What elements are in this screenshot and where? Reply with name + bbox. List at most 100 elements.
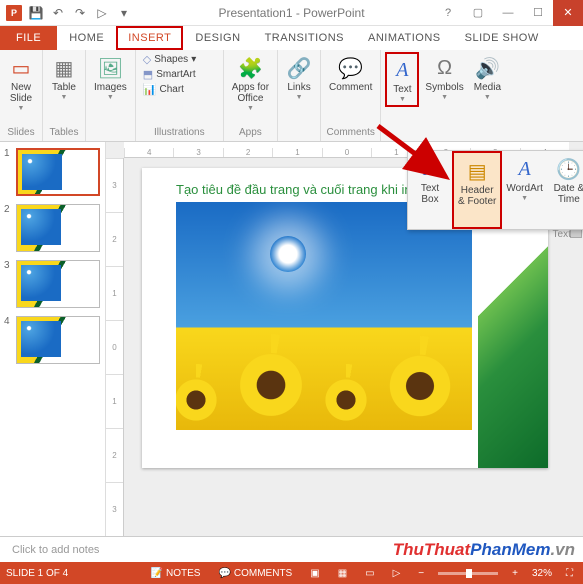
group-text: A Text ▼ Ω Symbols ▼ 🔊 Media ▼ (381, 50, 509, 141)
thumbnail-1[interactable]: 1 (4, 148, 101, 196)
view-normal-icon[interactable]: ▣ (306, 568, 323, 579)
media-icon: 🔊 (475, 54, 500, 82)
header-footer-icon: ▤ (468, 157, 487, 185)
comments-toggle[interactable]: 💬 COMMENTS (214, 568, 296, 579)
symbols-label: Symbols (425, 82, 463, 93)
chevron-down-icon: ▼ (399, 96, 406, 103)
status-bar: SLIDE 1 OF 4 📝 NOTES 💬 COMMENTS ▣ ▦ ▭ ▷ … (0, 562, 583, 584)
wordart-button[interactable]: A WordArt ▼ (502, 151, 547, 229)
group-label: Tables (47, 127, 81, 141)
comment-icon: 💬 (338, 54, 363, 82)
undo-icon[interactable]: ↶ (48, 3, 68, 23)
tab-slideshow[interactable]: SLIDE SHOW (453, 26, 551, 50)
media-label: Media (474, 82, 501, 93)
group-label: Apps (228, 127, 273, 141)
group-apps: 🧩 Apps for Office ▼ Apps (224, 50, 278, 141)
symbols-button[interactable]: Ω Symbols ▼ (421, 52, 467, 103)
view-slideshow-icon[interactable]: ▷ (389, 568, 405, 579)
tab-animations[interactable]: ANIMATIONS (356, 26, 453, 50)
tab-transitions[interactable]: TRANSITIONS (253, 26, 356, 50)
chevron-down-icon: ▼ (296, 94, 303, 101)
slide-image-sunflowers[interactable] (176, 202, 472, 430)
view-sorter-icon[interactable]: ▦ (334, 568, 351, 579)
textbox-icon: A (424, 155, 436, 183)
chevron-down-icon: ▼ (521, 195, 528, 202)
chart-button[interactable]: 📊Chart (140, 82, 199, 97)
tab-design[interactable]: DESIGN (183, 26, 252, 50)
chevron-down-icon: ▼ (61, 94, 68, 101)
apps-icon: 🧩 (238, 54, 263, 82)
text-gallery-popout: A Text Box ▤ Header & Footer A WordArt ▼… (407, 150, 583, 230)
watermark: ThuThuatPhanMem.vn (393, 540, 575, 560)
thumbnail-2[interactable]: 2 (4, 204, 101, 252)
tab-home[interactable]: HOME (57, 26, 116, 50)
images-button[interactable]: 🖼 Images ▼ (90, 52, 131, 103)
close-icon[interactable]: ✕ (553, 0, 583, 26)
smartart-icon: ⬒ (143, 68, 153, 81)
group-label: Text (553, 229, 571, 243)
thumbnail-4[interactable]: 4 (4, 316, 101, 364)
chevron-down-icon: ▼ (107, 94, 114, 101)
minimize-icon[interactable]: — (493, 0, 523, 26)
notes-pane[interactable]: Click to add notes ThuThuatPhanMem.vn (0, 536, 583, 562)
zoom-slider[interactable] (438, 572, 498, 575)
maximize-icon[interactable]: ☐ (523, 0, 553, 26)
comment-button[interactable]: 💬 Comment (325, 52, 376, 95)
table-button[interactable]: ▦ Table ▼ (47, 52, 81, 103)
chevron-down-icon: ▼ (484, 94, 491, 101)
textbox-button[interactable]: A Text Box (408, 151, 452, 229)
text-label: Text (393, 84, 411, 95)
group-label: Slides (4, 127, 38, 141)
ribbon: ▭ New Slide ▼ Slides ▦ Table ▼ Tables 🖼 … (0, 50, 583, 142)
apps-button[interactable]: 🧩 Apps for Office ▼ (228, 52, 273, 114)
thumb-number: 1 (4, 148, 12, 196)
start-slideshow-icon[interactable]: ▷ (92, 3, 112, 23)
window-controls: ? ▢ — ☐ ✕ (433, 0, 583, 26)
notes-toggle[interactable]: 📝 NOTES (147, 568, 205, 579)
group-label: Comments (325, 127, 376, 141)
quick-access-toolbar: P 💾 ↶ ↷ ▷ ▾ (0, 3, 138, 23)
group-label (282, 127, 316, 141)
view-reading-icon[interactable]: ▭ (361, 568, 378, 579)
thumb-number: 2 (4, 204, 12, 252)
tab-file[interactable]: FILE (0, 26, 57, 50)
group-images: 🖼 Images ▼ (86, 50, 136, 141)
fit-to-window-icon[interactable]: ⛶ (562, 568, 577, 579)
shapes-label: Shapes (154, 54, 188, 65)
header-footer-label: Header & Footer (458, 185, 496, 207)
datetime-button[interactable]: 🕒 Date & Time (547, 151, 583, 229)
chevron-down-icon: ▼ (441, 94, 448, 101)
table-icon: ▦ (55, 54, 74, 82)
thumb-preview (16, 260, 100, 308)
slide-title[interactable]: Tạo tiêu đề đầu trang và cuối trang khi … (176, 182, 412, 197)
tab-insert[interactable]: INSERT (116, 26, 183, 50)
shapes-button[interactable]: ◇Shapes ▾ (140, 52, 199, 67)
media-button[interactable]: 🔊 Media ▼ (470, 52, 505, 103)
text-button[interactable]: A Text ▼ (385, 52, 419, 107)
thumbnail-3[interactable]: 3 (4, 260, 101, 308)
notes-placeholder: Click to add notes (12, 544, 99, 556)
save-icon[interactable]: 💾 (26, 3, 46, 23)
chevron-down-icon: ▼ (247, 105, 254, 112)
group-label (90, 127, 131, 141)
ribbon-options-icon[interactable]: ▢ (463, 0, 493, 26)
zoom-out-icon[interactable]: − (414, 568, 428, 579)
zoom-in-icon[interactable]: + (508, 568, 522, 579)
textbox-label: Text Box (421, 183, 439, 205)
comment-label: Comment (329, 82, 372, 93)
apps-label: Apps for Office (232, 82, 269, 104)
thumb-number: 4 (4, 316, 12, 364)
ruler-vertical: 3210123 (106, 158, 124, 536)
help-icon[interactable]: ? (433, 0, 463, 26)
links-button[interactable]: 🔗 Links ▼ (282, 52, 316, 103)
smartart-button[interactable]: ⬒SmartArt (140, 67, 199, 82)
header-footer-button[interactable]: ▤ Header & Footer (452, 151, 502, 229)
thumb-preview (16, 204, 100, 252)
qa-dropdown-icon[interactable]: ▾ (114, 3, 134, 23)
chart-icon: 📊 (143, 83, 157, 96)
ribbon-tabs: FILE HOME INSERT DESIGN TRANSITIONS ANIM… (0, 26, 583, 50)
new-slide-button[interactable]: ▭ New Slide ▼ (4, 52, 38, 114)
new-slide-label: New Slide (10, 82, 32, 104)
zoom-level[interactable]: 32% (532, 568, 552, 579)
redo-icon[interactable]: ↷ (70, 3, 90, 23)
